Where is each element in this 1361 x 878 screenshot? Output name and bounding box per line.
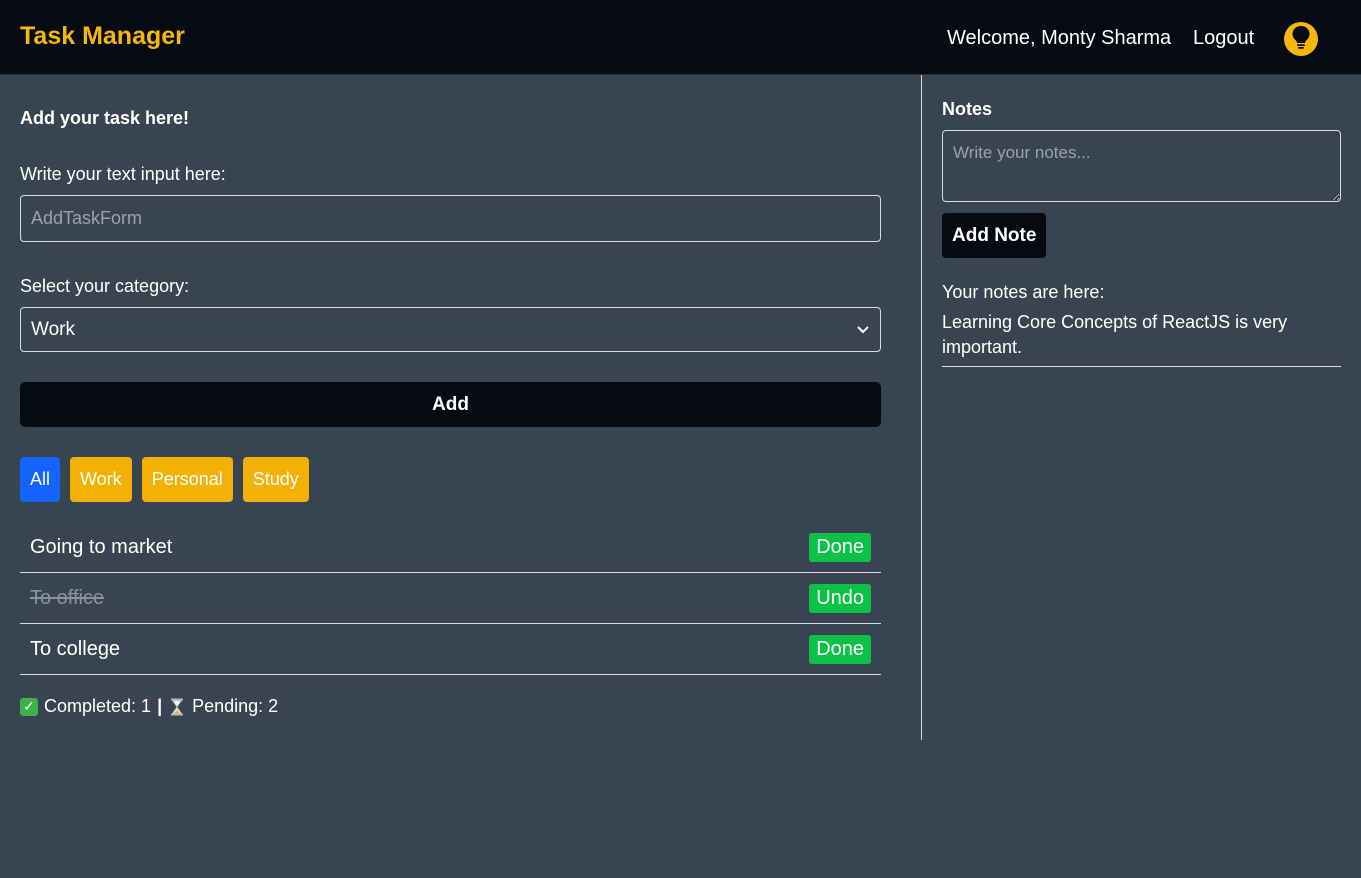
- check-mark-icon: ✓: [20, 697, 38, 716]
- category-filters: All Work Personal Study: [20, 457, 309, 502]
- notes-textarea[interactable]: [942, 130, 1341, 202]
- task-list: Going to market Done To office Undo To c…: [20, 522, 881, 675]
- theme-toggle-button[interactable]: [1284, 22, 1318, 56]
- task-done-button[interactable]: Done: [809, 532, 871, 562]
- hourglass-icon: [168, 697, 186, 717]
- task-panel: Add your task here! Write your text inpu…: [0, 75, 921, 740]
- category-selected-value: Work: [31, 318, 75, 340]
- logout-link[interactable]: Logout: [1193, 27, 1254, 50]
- task-form-title: Add your task here!: [20, 108, 190, 128]
- note-item: Learning Core Concepts of ReactJS is ver…: [942, 310, 1341, 367]
- category-label: Select your category:: [20, 276, 190, 296]
- lightbulb-icon: [1291, 25, 1311, 54]
- task-row: Going to market Done: [20, 522, 881, 573]
- summary-separator: |: [157, 696, 163, 716]
- pending-count: Pending: 2: [192, 696, 279, 716]
- notes-title: Notes: [942, 99, 993, 119]
- task-row: To office Undo: [20, 573, 881, 624]
- filter-all-button[interactable]: All: [20, 457, 61, 502]
- task-undo-button[interactable]: Undo: [809, 583, 871, 613]
- category-select[interactable]: Work: [20, 307, 881, 352]
- task-summary: ✓ Completed: 1 | Pending: 2: [20, 696, 278, 717]
- app-brand[interactable]: Task Manager: [20, 22, 185, 51]
- task-text-input[interactable]: [20, 195, 881, 242]
- task-done-button[interactable]: Done: [809, 634, 871, 664]
- filter-study-button[interactable]: Study: [242, 457, 309, 502]
- navbar: Task Manager Welcome, Monty Sharma Logou…: [0, 0, 1361, 75]
- completed-count: Completed: 1: [44, 696, 152, 716]
- task-row: To college Done: [20, 624, 881, 675]
- welcome-text: Welcome, Monty Sharma: [947, 27, 1172, 49]
- filter-personal-button[interactable]: Personal: [141, 457, 233, 502]
- notes-panel: Notes Add Note Your notes are here: Lear…: [922, 75, 1361, 740]
- task-text: To office: [30, 586, 105, 609]
- task-text: To college: [30, 637, 121, 660]
- notes-list-heading: Your notes are here:: [942, 282, 1105, 302]
- add-note-button[interactable]: Add Note: [942, 213, 1047, 258]
- add-task-button[interactable]: Add: [20, 382, 881, 427]
- task-text: Going to market: [30, 535, 173, 558]
- chevron-down-icon: [856, 319, 870, 341]
- filter-work-button[interactable]: Work: [70, 457, 132, 502]
- task-text-label: Write your text input here:: [20, 164, 226, 184]
